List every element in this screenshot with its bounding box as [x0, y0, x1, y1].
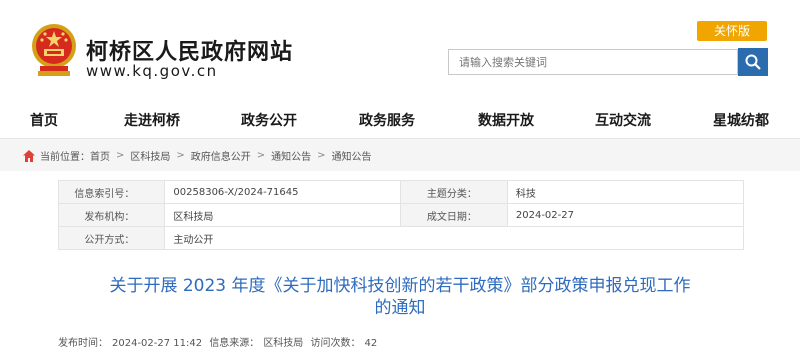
national-emblem-icon: [32, 24, 76, 76]
article-title: 关于开展 2023 年度《关于加快科技创新的若干政策》部分政策申报兑现工作 的通…: [40, 275, 760, 319]
org-value: 区科技局: [164, 203, 402, 227]
publish-time-value: 2024-02-27 11:42: [112, 338, 203, 349]
info-table: 信息索引号： 00258306-X/2024-71645 主题分类： 科技 发布…: [57, 180, 745, 250]
search-icon: [745, 54, 761, 70]
breadcrumb-item[interactable]: 政府信息公开: [191, 148, 251, 163]
nav-item-about[interactable]: 走进柯桥: [124, 110, 180, 130]
visits-label: 访问次数：: [310, 338, 361, 349]
topic-value: 科技: [506, 180, 745, 204]
breadcrumb-separator: >: [116, 150, 125, 161]
nav-item-services[interactable]: 政务服务: [359, 110, 415, 130]
nav-item-open-gov[interactable]: 政务公开: [241, 110, 297, 130]
table-row: 信息索引号： 00258306-X/2024-71645 主题分类： 科技: [57, 180, 745, 204]
breadcrumb-separator: >: [176, 150, 185, 161]
date-label: 成文日期：: [400, 203, 508, 227]
site-header: 柯桥区人民政府网站 www.kq.gov.cn 关怀版: [0, 0, 800, 100]
breadcrumb-item[interactable]: 区科技局: [130, 148, 170, 163]
table-row: 公开方式： 主动公开: [57, 226, 744, 250]
mode-value: 主动公开: [164, 226, 744, 250]
nav-item-textile-city[interactable]: 星城纺都: [713, 110, 769, 130]
care-mode-button[interactable]: 关怀版: [697, 21, 767, 41]
table-row: 发布机构： 区科技局 成文日期： 2024-02-27: [57, 203, 745, 227]
breadcrumb: 当前位置： 首页 > 区科技局 > 政府信息公开 > 通知公告 > 通知公告: [22, 148, 372, 163]
mode-label: 公开方式：: [57, 226, 166, 250]
breadcrumb-label: 当前位置：: [40, 152, 90, 163]
site-url: www.kq.gov.cn: [86, 62, 218, 80]
publish-time-label: 发布时间：: [58, 338, 108, 349]
breadcrumb-bar: 当前位置： 首页 > 区科技局 > 政府信息公开 > 通知公告 > 通知公告: [0, 139, 800, 171]
source-value: 区科技局: [263, 338, 304, 349]
org-label: 发布机构：: [57, 203, 166, 227]
search-input[interactable]: [449, 50, 739, 74]
nav-item-home[interactable]: 首页: [30, 110, 58, 130]
nav-item-interaction[interactable]: 互动交流: [595, 110, 651, 130]
home-icon: [23, 149, 35, 162]
nav-item-data[interactable]: 数据开放: [478, 110, 534, 130]
main-nav: 首页 走进柯桥 政务公开 政务服务 数据开放 互动交流 星城纺都: [0, 100, 800, 139]
breadcrumb-separator: >: [256, 150, 266, 161]
breadcrumb-item[interactable]: 通知公告: [271, 148, 311, 163]
index-value: 00258306-X/2024-71645: [164, 180, 402, 204]
breadcrumb-item[interactable]: 通知公告: [332, 148, 372, 163]
article-title-line: 的通知: [374, 298, 426, 318]
source-label: 信息来源：: [209, 338, 260, 349]
search-box: [448, 49, 739, 75]
breadcrumb-item[interactable]: 首页: [90, 148, 110, 163]
article-meta: 发布时间： 2024-02-27 11:42 信息来源： 区科技局 访问次数： 42: [58, 334, 381, 349]
index-label: 信息索引号：: [57, 180, 166, 204]
topic-label: 主题分类：: [400, 180, 508, 204]
article-title-line: 关于开展 2023 年度《关于加快科技创新的若干政策》部分政策申报兑现工作: [109, 276, 691, 296]
search-button[interactable]: [738, 48, 768, 76]
date-value: 2024-02-27: [506, 203, 745, 227]
visits-value: 42: [364, 338, 378, 349]
breadcrumb-separator: >: [317, 150, 326, 161]
